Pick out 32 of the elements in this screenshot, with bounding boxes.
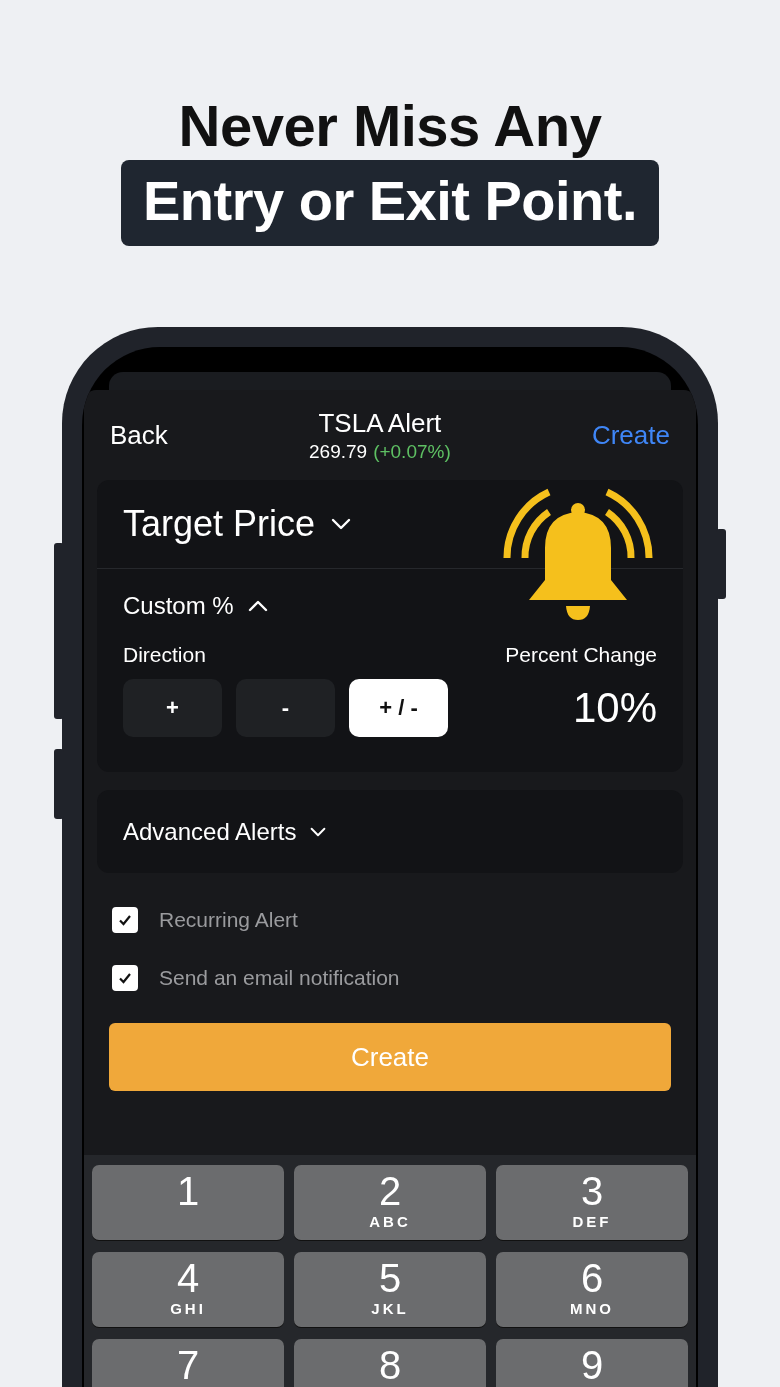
keypad-key[interactable]: 4 GHI — [92, 1252, 284, 1327]
keypad-key[interactable]: 1 — [92, 1165, 284, 1240]
keypad-key[interactable]: 9 — [496, 1339, 688, 1387]
keypad-key[interactable]: 7 — [92, 1339, 284, 1387]
checkbox[interactable] — [112, 907, 138, 933]
direction-button[interactable]: - — [236, 679, 335, 737]
direction-button[interactable]: + — [123, 679, 222, 737]
custom-toggle[interactable]: Custom % — [123, 592, 234, 620]
keypad-key[interactable]: 5 JKL — [294, 1252, 486, 1327]
create-link[interactable]: Create — [591, 419, 670, 451]
keypad-key[interactable]: 6 MNO — [496, 1252, 688, 1327]
price-change: (+0.07%) — [373, 440, 451, 463]
keypad-key[interactable]: 8 — [294, 1339, 486, 1387]
chevron-icon[interactable] — [310, 826, 327, 837]
stock-price: 269.79 — [309, 440, 368, 463]
option-label: Send an email notification — [159, 966, 400, 990]
chevron-icon[interactable] — [331, 518, 352, 530]
checkbox[interactable] — [112, 965, 138, 991]
chevron-icon[interactable] — [247, 600, 268, 612]
field-label: Direction — [123, 643, 206, 667]
field-label: Percent Change — [505, 643, 657, 667]
keypad-key[interactable]: 2 ABC — [294, 1165, 486, 1240]
percent-input[interactable]: 10% — [572, 684, 657, 732]
option-label: Recurring Alert — [159, 908, 298, 932]
advanced-alerts-toggle[interactable]: Advanced Alerts — [123, 817, 297, 846]
headline-text: Never Miss Any — [178, 92, 602, 160]
screen-title: TSLA Alert — [318, 407, 442, 439]
keypad-key[interactable]: 3 DEF — [496, 1165, 688, 1240]
direction-button[interactable]: + / - — [349, 679, 448, 737]
alert-type-dropdown[interactable]: Target Price — [123, 503, 316, 545]
headline-banner: Entry or Exit Point. — [120, 160, 660, 246]
back-button[interactable]: Back — [110, 419, 168, 451]
